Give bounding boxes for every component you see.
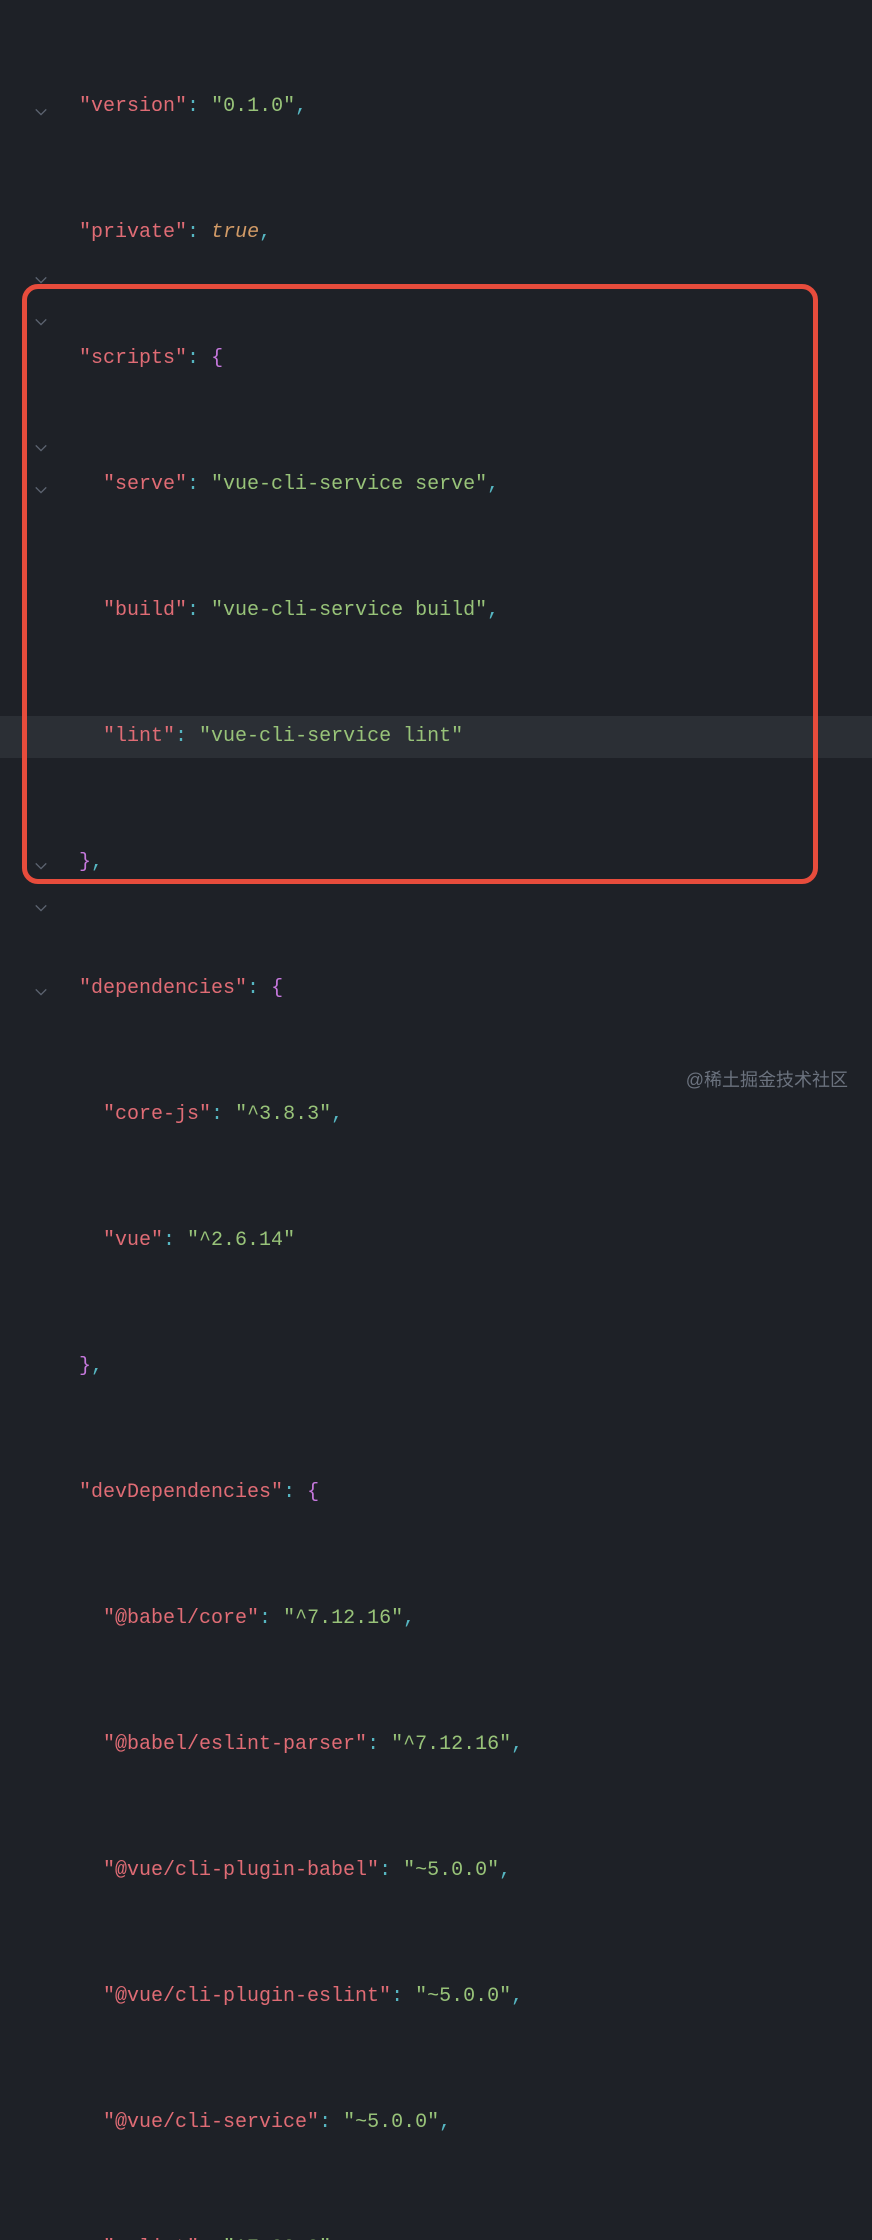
code-line: "@babel/eslint-parser": "^7.12.16", [55,1724,872,1766]
code-line: "dependencies": { [55,968,872,1010]
fold-icon[interactable] [33,440,49,456]
code-line: }, [55,1346,872,1388]
fold-icon[interactable] [33,482,49,498]
code-line: "@vue/cli-service": "~5.0.0", [55,2102,872,2144]
code-line: }, [55,842,872,884]
code-line: "serve": "vue-cli-service serve", [55,464,872,506]
code-line: "scripts": { [55,338,872,380]
code-line: "build": "vue-cli-service build", [55,590,872,632]
code-line: "devDependencies": { [55,1472,872,1514]
fold-icon[interactable] [33,272,49,288]
fold-icon[interactable] [33,984,49,1000]
fold-icon[interactable] [33,858,49,874]
code-content: "version": "0.1.0", "private": true, "sc… [55,2,872,2240]
fold-icon[interactable] [33,900,49,916]
fold-icon[interactable] [33,104,49,120]
fold-icon[interactable] [33,314,49,330]
editor-gutter [0,0,55,1120]
code-line: "lint": "vue-cli-service lint" [0,716,872,758]
code-line: "@vue/cli-plugin-eslint": "~5.0.0", [55,1976,872,2018]
code-line: "version": "0.1.0", [55,86,872,128]
code-line: "@vue/cli-plugin-babel": "~5.0.0", [55,1850,872,1892]
code-line: "vue": "^2.6.14" [55,1220,872,1262]
watermark-text: @稀土掘金技术社区 [686,1066,848,1092]
code-editor[interactable]: "version": "0.1.0", "private": true, "sc… [0,0,872,1120]
code-line: "@babel/core": "^7.12.16", [55,1598,872,1640]
code-line: "private": true, [55,212,872,254]
code-line: "core-js": "^3.8.3", [55,1094,872,1136]
code-line: "eslint": "^7.32.0", [55,2228,872,2240]
